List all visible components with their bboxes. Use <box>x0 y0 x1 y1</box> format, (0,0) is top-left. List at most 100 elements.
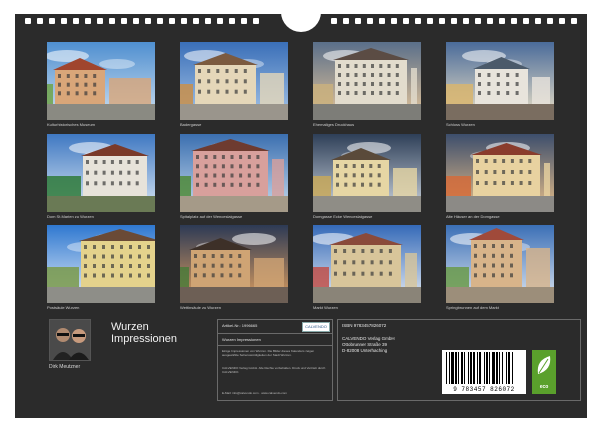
barcode-bar <box>464 352 465 384</box>
binding-hole <box>85 18 91 24</box>
photo-7 <box>313 134 421 212</box>
binding-hole <box>475 18 481 24</box>
photo-11 <box>313 225 421 303</box>
binding-hole <box>511 18 517 24</box>
barcode-bar <box>499 352 500 384</box>
publisher-city: D-82008 Unterhaching <box>342 348 388 353</box>
barcode-bar <box>506 352 507 384</box>
photo-caption: Ehemaliges Druckhaus <box>313 122 355 127</box>
binding-hole <box>217 18 223 24</box>
eco-label: eco <box>539 384 549 390</box>
binding-hole <box>49 18 55 24</box>
binding-hole <box>487 18 493 24</box>
photo-2 <box>180 42 288 120</box>
barcode-bar <box>492 352 495 384</box>
barcode: 9 783457 826072 <box>442 350 526 394</box>
barcode-bar <box>479 352 481 384</box>
divider <box>218 345 332 346</box>
publisher-name: CALVENDO Verlag GmbH <box>342 336 395 341</box>
binding-hole <box>547 18 553 24</box>
barcode-number: 9 783457 826072 <box>453 386 515 393</box>
binding-hole <box>61 18 67 24</box>
publisher-box: ISBN 9783457826072 CALVENDO Verlag GmbH … <box>337 319 581 401</box>
photo-12 <box>446 225 554 303</box>
barcode-bar <box>446 352 447 384</box>
binding-hole <box>133 18 139 24</box>
binding-hole <box>343 18 349 24</box>
barcode-bar <box>477 352 478 384</box>
photo-caption: Markt Wurzen <box>313 305 338 310</box>
binding-hole <box>559 18 565 24</box>
binding-hole <box>121 18 127 24</box>
binding-hole <box>415 18 421 24</box>
barcode-bar <box>502 352 503 384</box>
barcode-bar <box>455 352 457 384</box>
calvendo-logo: CALVENDO <box>302 322 330 332</box>
binding-hole <box>499 18 505 24</box>
binding-hole <box>367 18 373 24</box>
author-photo <box>49 319 91 361</box>
photo-5 <box>47 134 155 212</box>
barcode-bar <box>449 352 450 384</box>
info-text-1: Einige Impressionen von Wurzen. Die Bild… <box>222 349 315 357</box>
binding-hole <box>403 18 409 24</box>
photo-9 <box>47 225 155 303</box>
barcode-bar <box>512 352 513 384</box>
barcode-bar <box>496 352 498 384</box>
binding-hole <box>427 18 433 24</box>
barcode-bar <box>508 352 510 384</box>
divider <box>218 333 332 334</box>
barcode-bar <box>468 352 469 384</box>
binding-hole <box>205 18 211 24</box>
photo-1 <box>47 42 155 120</box>
photo-8 <box>446 134 554 212</box>
isbn: ISBN 9783457826072 <box>342 323 387 328</box>
photo-caption: Domgasse Ecke Wenceslaigasse <box>313 214 373 219</box>
binding-hole <box>145 18 151 24</box>
binding-hole <box>109 18 115 24</box>
article-number: Artikel-Nr.: 1996665 <box>222 323 258 328</box>
photo-caption: Wettinsäule zu Wurzen <box>180 305 221 310</box>
barcode-bar <box>458 352 459 384</box>
binding-hole <box>463 18 469 24</box>
binding-hole <box>157 18 163 24</box>
photo-caption: Postsäule Wurzen <box>47 305 80 310</box>
photo-caption: Alte Häuser an der Domgasse <box>446 214 500 219</box>
binding-hole <box>355 18 361 24</box>
barcode-bar <box>489 352 490 384</box>
binding-hole <box>379 18 385 24</box>
title-line-1: Wurzen <box>111 321 149 333</box>
binding-hole <box>193 18 199 24</box>
binding-hole <box>571 18 577 24</box>
binding-hole <box>523 18 529 24</box>
binding-hole <box>25 18 31 24</box>
photo-3 <box>313 42 421 120</box>
binding-hole <box>391 18 397 24</box>
binding-hole <box>535 18 541 24</box>
binding-hole <box>241 18 247 24</box>
photo-caption: Spitalplatz auf der Wenceslaigasse <box>180 214 243 219</box>
info-text-2: CALVENDO Verlag GmbH. Alle Rechte vorbeh… <box>222 366 326 374</box>
barcode-bar <box>473 352 475 384</box>
info-subtitle: Wurzen Impressionen <box>222 337 261 342</box>
photo-10 <box>180 225 288 303</box>
binding-hole <box>73 18 79 24</box>
binding-hole <box>97 18 103 24</box>
binding-hole <box>37 18 43 24</box>
publisher-street: Ottobrunner Straße 39 <box>342 342 388 347</box>
photo-6 <box>180 134 288 212</box>
binding-hole <box>229 18 235 24</box>
binding-hole <box>439 18 445 24</box>
author-name: Dirk Meutzner <box>49 364 81 370</box>
photo-caption: Dom St.Marien zu Wurzen <box>47 214 94 219</box>
eco-label-icon: eco <box>532 350 556 394</box>
binding-hole <box>253 18 259 24</box>
barcode-bar <box>470 352 472 384</box>
info-email: E-Mail: info@calvendo.com · www.calvendo… <box>222 391 287 395</box>
binding-hole <box>451 18 457 24</box>
binding-hole <box>331 18 337 24</box>
calendar-back-cover: Kulturhistorisches Museum Badergasse Ehema… <box>15 0 587 418</box>
barcode-bar <box>486 352 488 384</box>
binding-hole <box>181 18 187 24</box>
photo-caption: Schloss Wurzen <box>446 122 475 127</box>
